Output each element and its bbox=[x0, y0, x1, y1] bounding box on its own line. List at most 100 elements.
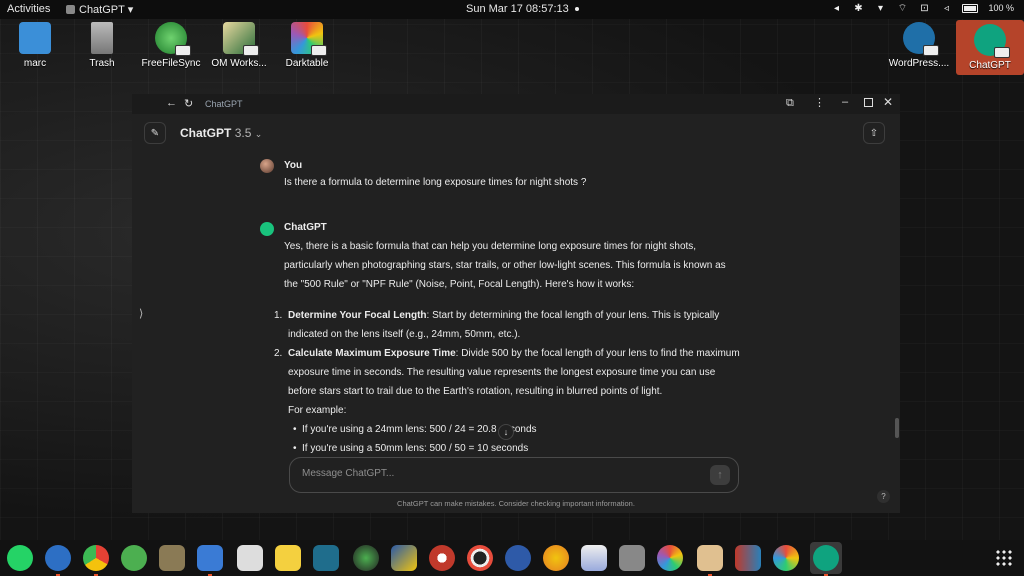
message-input[interactable] bbox=[300, 467, 704, 480]
shotwell-icon[interactable] bbox=[581, 545, 607, 571]
more-options-icon[interactable]: ⋮ bbox=[814, 96, 825, 109]
bullet-item: If you're using a 50mm lens: 500 / 50 = … bbox=[293, 439, 528, 456]
chatgpt-dock-icon[interactable] bbox=[813, 545, 839, 576]
chatgpt-avatar-icon bbox=[260, 222, 274, 236]
share-button[interactable]: ⇧ bbox=[863, 122, 885, 144]
office-icon[interactable] bbox=[735, 545, 761, 571]
chevron-down-icon[interactable]: ▾ bbox=[874, 2, 886, 14]
picasa-icon[interactable] bbox=[543, 545, 569, 571]
desktop-icon-trash[interactable]: Trash bbox=[67, 22, 137, 69]
inkscape-icon[interactable] bbox=[237, 545, 263, 571]
desktop-icon-marc[interactable]: marc bbox=[0, 22, 70, 69]
network-icon[interactable]: ⊡ bbox=[918, 2, 930, 14]
volume-icon[interactable]: ◃ bbox=[940, 2, 952, 14]
disclaimer: ChatGPT can make mistakes. Consider chec… bbox=[397, 499, 635, 508]
speaker-icon[interactable]: ◂ bbox=[830, 2, 842, 14]
battery-percent: 100 % bbox=[988, 3, 1014, 13]
text-editor-icon[interactable] bbox=[197, 545, 223, 576]
window-title: ChatGPT bbox=[205, 99, 243, 109]
model-version: 3.5 bbox=[234, 126, 252, 140]
whatsapp-icon[interactable] bbox=[7, 545, 33, 571]
sidebar-toggle-icon[interactable]: ⟩ bbox=[139, 307, 143, 320]
assistant-name: ChatGPT bbox=[284, 222, 327, 233]
book-icon[interactable] bbox=[313, 545, 339, 571]
desktop-icon-label: FreeFileSync bbox=[141, 58, 201, 69]
edit-icon: ✎ bbox=[150, 127, 160, 139]
help-button[interactable]: ? bbox=[877, 490, 890, 503]
list-item: 1. Determine Your Focal Length: Start by… bbox=[274, 306, 748, 325]
step-title: Determine Your Focal Length bbox=[288, 310, 427, 321]
conversation[interactable]: You Is there a formula to determine long… bbox=[260, 156, 760, 456]
gimp-icon[interactable] bbox=[159, 545, 185, 571]
scroll-down-button[interactable]: ↓ bbox=[498, 424, 514, 440]
desktop-icon-label: marc bbox=[23, 58, 47, 69]
assistant-intro-line: particularly when photographing stars, s… bbox=[284, 260, 726, 271]
new-chat-button[interactable]: ✎ bbox=[144, 122, 166, 144]
list-item: 2. Calculate Maximum Exposure Time: Divi… bbox=[274, 344, 748, 363]
trash-icon bbox=[91, 22, 113, 54]
wifi-icon[interactable]: ⌔ bbox=[896, 2, 908, 14]
assistant-intro-line: the "500 Rule" or "NPF Rule" (Noise, Poi… bbox=[284, 279, 635, 290]
chatgpt-window: ← ↻ ChatGPT ⧉ ⋮ – ✕ ✎ ChatGPT 3.5 ⌄ ⇧ Yo… bbox=[132, 94, 900, 513]
send-button[interactable]: ↑ bbox=[710, 465, 730, 485]
desktop-icon-darktable[interactable]: Darktable bbox=[272, 22, 342, 69]
dvd-icon[interactable] bbox=[391, 545, 417, 571]
chatgpt-icon bbox=[974, 24, 1010, 58]
desktop-icon-label: OM Works... bbox=[211, 58, 267, 69]
window-titlebar[interactable]: ← ↻ ChatGPT ⧉ ⋮ – ✕ bbox=[132, 94, 900, 114]
wordpress-icon bbox=[903, 22, 939, 56]
app-menu[interactable]: ChatGPT ▾ bbox=[66, 3, 133, 16]
reload-icon[interactable]: ↻ bbox=[184, 97, 193, 110]
top-bar: Activities ChatGPT ▾ Sun Mar 17 08:57:13… bbox=[0, 0, 1024, 19]
step-text: before stars start to trail due to the E… bbox=[288, 386, 663, 397]
system-tray[interactable]: ◂ ✱ ▾ ⌔ ⊡ ◃ 100 % bbox=[830, 2, 1014, 14]
chrome-icon[interactable] bbox=[83, 545, 109, 576]
darktable-icon bbox=[291, 22, 327, 56]
desktop-icon-label: ChatGPT bbox=[969, 60, 1011, 71]
app-menu-icon bbox=[66, 5, 75, 14]
model-selector[interactable]: ChatGPT 3.5 ⌄ bbox=[180, 126, 262, 140]
maximize-button[interactable] bbox=[864, 98, 873, 107]
pinwheel-icon[interactable] bbox=[773, 545, 799, 571]
step-text: : Divide 500 by the focal length of your… bbox=[455, 348, 740, 359]
desktop-icon-label: Trash bbox=[89, 58, 115, 69]
app-grid-icon[interactable] bbox=[995, 549, 1013, 567]
sticky-notes-icon[interactable] bbox=[275, 545, 301, 571]
desktop-icon-om-workspace[interactable]: OM Works... bbox=[204, 22, 274, 69]
desktop-icon-wordpress[interactable]: WordPress.... bbox=[884, 22, 954, 69]
message-composer[interactable]: ↑ bbox=[289, 457, 739, 493]
desktop-icon-label: Darktable bbox=[285, 58, 329, 69]
gthumb-icon[interactable] bbox=[619, 545, 645, 571]
arrow-up-icon: ↑ bbox=[717, 469, 723, 481]
recycle-icon[interactable] bbox=[121, 545, 147, 571]
extension-icon[interactable]: ⧉ bbox=[786, 97, 794, 110]
list-number: 2. bbox=[274, 348, 283, 359]
image-viewer-icon[interactable] bbox=[353, 545, 379, 571]
battery-icon bbox=[962, 3, 979, 13]
launcher-badge-icon bbox=[175, 45, 191, 56]
scrollbar[interactable] bbox=[895, 418, 899, 438]
colors-icon[interactable] bbox=[657, 545, 683, 571]
example-label: For example: bbox=[288, 405, 347, 416]
desktop-icon-label: WordPress.... bbox=[888, 58, 950, 69]
desktop-icon-chatgpt[interactable]: ChatGPT bbox=[956, 20, 1024, 75]
activities-button[interactable]: Activities bbox=[7, 3, 50, 15]
compass-icon[interactable] bbox=[429, 545, 455, 571]
back-arrow-icon[interactable]: ← bbox=[166, 97, 177, 109]
thunderbird-icon[interactable] bbox=[45, 545, 71, 576]
accessibility-icon[interactable]: ✱ bbox=[852, 2, 864, 14]
step-title: Calculate Maximum Exposure Time bbox=[288, 348, 456, 359]
camera-icon[interactable] bbox=[467, 545, 493, 571]
clock-text: Sun Mar 17 08:57:13 bbox=[466, 3, 569, 15]
sync-icon bbox=[155, 22, 191, 56]
desktop-icon-freefilesync[interactable]: FreeFileSync bbox=[136, 22, 206, 69]
cheese-icon[interactable] bbox=[505, 545, 531, 571]
user-message: Is there a formula to determine long exp… bbox=[284, 177, 587, 188]
close-button[interactable]: ✕ bbox=[883, 95, 893, 109]
user-avatar bbox=[260, 159, 274, 173]
launcher-badge-icon bbox=[923, 45, 939, 56]
photos-icon[interactable] bbox=[697, 545, 723, 576]
app-menu-label: ChatGPT ▾ bbox=[79, 4, 134, 16]
clock[interactable]: Sun Mar 17 08:57:13 bbox=[466, 3, 579, 15]
minimize-button[interactable]: – bbox=[842, 96, 848, 108]
